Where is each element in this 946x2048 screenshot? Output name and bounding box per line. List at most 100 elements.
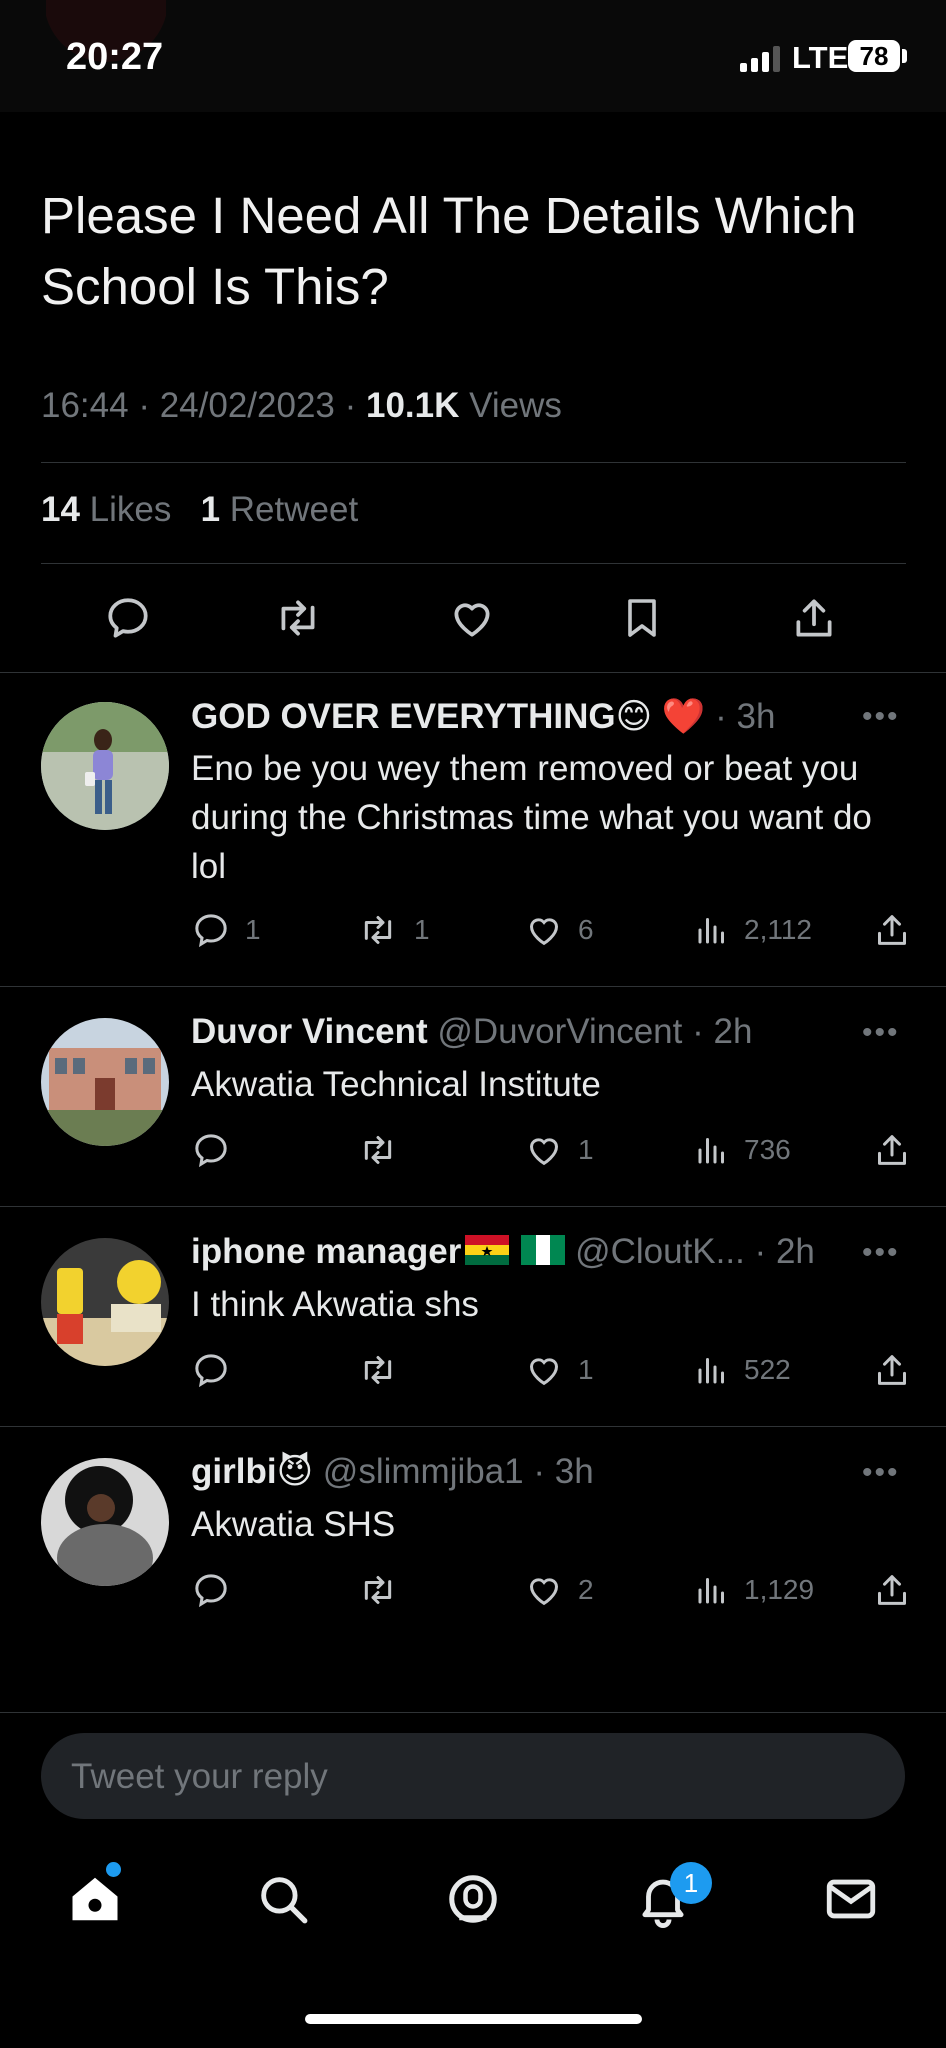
- avatar[interactable]: [41, 1018, 169, 1146]
- tweet-text: Please I Need All The Details Which Scho…: [41, 187, 857, 315]
- nav-home[interactable]: [60, 1864, 130, 1934]
- reply-views-button[interactable]: 736: [694, 1130, 791, 1170]
- view-count: 736: [744, 1134, 791, 1165]
- reply-input[interactable]: Tweet your reply: [41, 1733, 905, 1819]
- avatar-photo-building: [41, 1018, 169, 1146]
- view-count: 2,112: [744, 914, 812, 945]
- share-icon: [878, 1135, 906, 1165]
- reply-author[interactable]: girlbi😈 @slimmjiba1 · 3h: [191, 1452, 594, 1492]
- reply-views-button[interactable]: 1,129: [694, 1570, 814, 1610]
- avatar[interactable]: [41, 1458, 169, 1586]
- nav-spaces[interactable]: [438, 1864, 508, 1934]
- reply-author-emoji: 😈: [276, 1452, 314, 1491]
- search-icon: [261, 1877, 308, 1924]
- like-button[interactable]: [442, 588, 502, 648]
- tweet-stats[interactable]: 14 Likes 1 Retweet: [41, 490, 358, 530]
- heart-icon: [454, 603, 490, 637]
- tweet-views-count: 10.1K: [365, 386, 460, 425]
- reply-handle: @CloutK...: [575, 1232, 745, 1271]
- reply-views-button[interactable]: 2,112: [694, 910, 812, 950]
- reply-reply-button[interactable]: 1: [191, 910, 261, 950]
- reply-author-name: Duvor Vincent: [191, 1012, 428, 1051]
- reply-handle: @slimmjiba1: [322, 1452, 524, 1491]
- avatar-photo-woman: [41, 702, 169, 830]
- reply-views-button[interactable]: 522: [694, 1350, 791, 1390]
- share-icon: [878, 1575, 906, 1605]
- heart-icon: [529, 1138, 559, 1166]
- home-icon: [72, 1877, 118, 1921]
- analytics-icon: [698, 1138, 724, 1164]
- nav-search[interactable]: [248, 1864, 318, 1934]
- reply-button[interactable]: [98, 588, 158, 648]
- bookmark-icon: [628, 599, 656, 637]
- avatar[interactable]: [41, 702, 169, 830]
- notifications-badge: 1: [670, 1862, 712, 1904]
- retweet-button[interactable]: [268, 588, 328, 648]
- reply-reply-button[interactable]: [191, 1570, 231, 1610]
- mail-icon: [826, 1879, 876, 1919]
- spaces-icon: [449, 1875, 497, 1923]
- tweet-views-label: Views: [469, 386, 562, 425]
- divider: [0, 1712, 946, 1713]
- reply-time: 2h: [713, 1012, 753, 1051]
- heart-icon: [529, 918, 559, 946]
- reply-author-name: iphone manager: [191, 1232, 462, 1271]
- retweets-count: 1: [200, 490, 221, 529]
- nav-messages[interactable]: [816, 1864, 886, 1934]
- avatar[interactable]: [41, 1238, 169, 1366]
- nigeria-flag-icon: [521, 1235, 566, 1265]
- reply-text: Akwatia SHS: [191, 1505, 396, 1544]
- bookmark-button[interactable]: [612, 588, 672, 648]
- more-options-icon[interactable]: •••: [862, 1236, 900, 1270]
- reply-retweet-button[interactable]: [356, 1350, 400, 1390]
- retweet-icon: [281, 600, 315, 636]
- reply-like-button[interactable]: 1: [524, 1350, 594, 1390]
- avatar-photo-person: [41, 1458, 169, 1586]
- reply-time: 3h: [554, 1452, 594, 1491]
- reply-author[interactable]: GOD OVER EVERYTHING😊 ❤️ · 3h: [191, 696, 775, 737]
- battery-icon: 78: [848, 40, 900, 72]
- reply-retweet-button[interactable]: [356, 1570, 400, 1610]
- reply-reply-button[interactable]: [191, 1130, 231, 1170]
- reply-like-button[interactable]: 2: [524, 1570, 594, 1610]
- reply-retweet-button[interactable]: 1: [356, 910, 430, 950]
- reply-author-emoji: 😊 ❤️: [615, 697, 706, 736]
- likes-label: Likes: [89, 490, 172, 529]
- more-options-icon[interactable]: •••: [862, 1016, 900, 1050]
- reply-text: Eno be you wey them removed or beat you …: [191, 749, 872, 886]
- divider: [41, 462, 906, 463]
- analytics-icon: [698, 1358, 724, 1384]
- reply-like-button[interactable]: 1: [524, 1130, 594, 1170]
- more-options-icon[interactable]: •••: [862, 1456, 900, 1490]
- reply-like-button[interactable]: 6: [524, 910, 594, 950]
- tweet-meta: 16:44 · 24/02/2023 · 10.1K Views: [41, 386, 562, 425]
- retweet-icon: [364, 1576, 392, 1604]
- signal-icon: [740, 46, 780, 72]
- reply-retweet-button[interactable]: [356, 1130, 400, 1170]
- reply-share-button[interactable]: [872, 1570, 912, 1610]
- reply-reply-button[interactable]: [191, 1350, 231, 1390]
- retweets-label: Retweet: [229, 490, 359, 529]
- view-count: 522: [744, 1354, 791, 1385]
- reply-input-placeholder: Tweet your reply: [71, 1757, 328, 1796]
- heart-icon: [529, 1358, 559, 1386]
- reply-author-name: girlbi: [191, 1452, 277, 1491]
- network-label: LTE: [792, 40, 849, 75]
- reply-author[interactable]: iphone manager @CloutK... · 2h: [191, 1232, 815, 1272]
- reply-share-button[interactable]: [872, 1130, 912, 1170]
- reply-share-button[interactable]: [872, 1350, 912, 1390]
- avatar-photo-cartoon: [41, 1238, 169, 1366]
- retweet-icon: [364, 1136, 392, 1164]
- divider: [0, 1426, 946, 1427]
- divider: [0, 986, 946, 987]
- ghana-flag-icon: [465, 1235, 510, 1265]
- like-count: 2: [578, 1574, 594, 1605]
- reply-author[interactable]: Duvor Vincent @DuvorVincent · 2h: [191, 1012, 752, 1052]
- share-button[interactable]: [784, 588, 844, 648]
- reply-share-button[interactable]: [872, 910, 912, 950]
- likes-count: 14: [41, 490, 80, 529]
- comment-icon: [195, 914, 227, 948]
- reply-count: 1: [245, 914, 261, 945]
- more-options-icon[interactable]: •••: [862, 700, 900, 734]
- home-unread-dot: [106, 1862, 121, 1877]
